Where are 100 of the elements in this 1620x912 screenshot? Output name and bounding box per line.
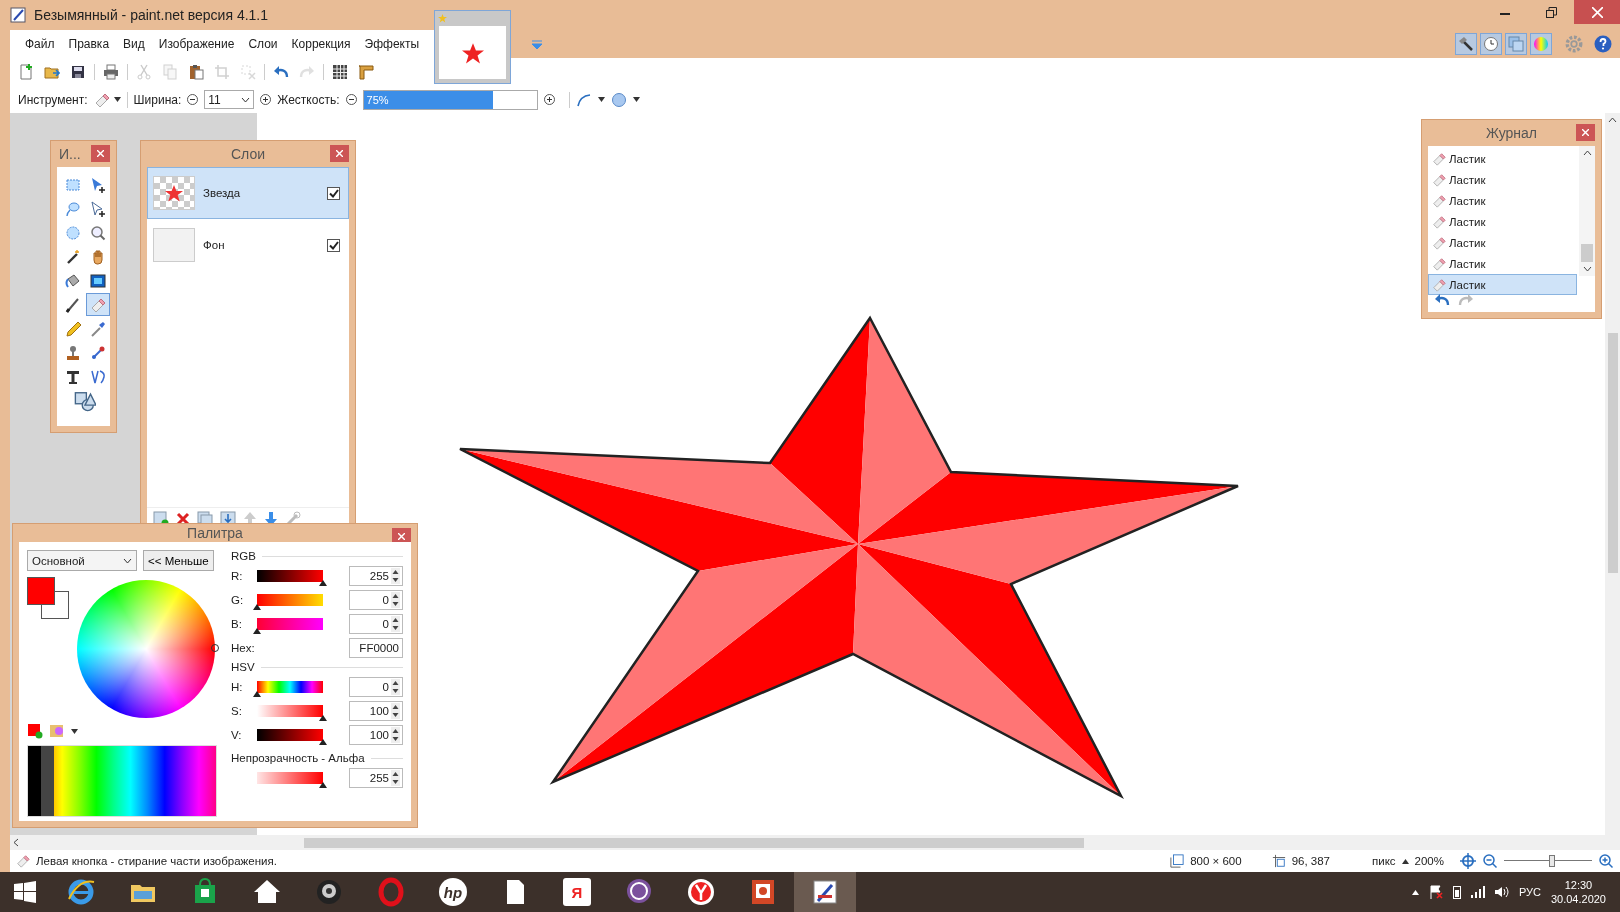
color-mode-dropdown[interactable]: Основной xyxy=(27,550,137,571)
number-field[interactable]: 100 xyxy=(349,700,403,721)
clock[interactable]: 12:30 30.04.2020 xyxy=(1550,878,1606,906)
cursor-position-icon xyxy=(1271,854,1286,868)
minus-icon[interactable] xyxy=(187,94,199,105)
visibility-checkbox[interactable] xyxy=(327,238,340,252)
paint-app-icon[interactable] xyxy=(810,877,840,907)
color-swatches-drawing[interactable] xyxy=(27,577,69,619)
panel-toggle[interactable] xyxy=(1480,33,1502,55)
menu-item[interactable]: Эффекты xyxy=(357,34,427,54)
curve-icon[interactable] xyxy=(575,91,592,108)
chevron-left-icon[interactable] xyxy=(13,838,19,847)
plus-icon[interactable] xyxy=(260,94,272,105)
toolbar-button[interactable] xyxy=(101,62,121,82)
menu-item[interactable]: Изображение xyxy=(151,34,242,54)
hex-field[interactable]: FF0000 xyxy=(349,637,403,658)
number-field[interactable]: 255 xyxy=(349,767,403,788)
layer-row[interactable]: Звезда xyxy=(147,167,349,219)
image-tab[interactable] xyxy=(434,10,511,84)
history-item[interactable]: Ластик xyxy=(1428,190,1577,211)
stamp-icon xyxy=(65,344,81,361)
chevron-up-icon[interactable] xyxy=(1582,150,1592,156)
layer-row[interactable]: Фон xyxy=(147,219,349,271)
palette-swatches[interactable] xyxy=(27,745,217,817)
panel-toggle[interactable] xyxy=(1455,33,1477,55)
menu-item[interactable]: Вид xyxy=(116,34,152,54)
width-field[interactable]: 11 xyxy=(204,90,255,109)
help-icon[interactable] xyxy=(1594,35,1612,53)
visibility-checkbox[interactable] xyxy=(327,186,340,200)
spinner-arrows-icon[interactable] xyxy=(391,615,400,632)
minus-icon[interactable] xyxy=(345,94,357,105)
spinner-arrows-icon[interactable] xyxy=(391,567,400,584)
number-field[interactable]: 0 xyxy=(349,589,403,610)
delete-icon[interactable] xyxy=(176,512,190,526)
battery-icon[interactable] xyxy=(1452,885,1461,899)
spinner-arrows-icon[interactable] xyxy=(391,591,400,608)
close-icon xyxy=(1582,129,1589,136)
less-button[interactable]: << Меньше xyxy=(143,550,214,571)
history-item[interactable]: Ластик xyxy=(1428,169,1577,190)
zoom-slider[interactable] xyxy=(1504,855,1592,867)
scrollbar-thumb[interactable] xyxy=(304,837,1084,848)
spinner-arrows-icon[interactable] xyxy=(391,678,400,695)
y-logo-icon[interactable] xyxy=(686,877,716,907)
menu-item[interactable]: Файл xyxy=(18,34,62,54)
hand-icon xyxy=(90,248,106,265)
zoom-level[interactable]: 200% xyxy=(1414,855,1444,867)
channel-label: R: xyxy=(231,569,244,582)
ring-logo-icon[interactable] xyxy=(376,877,406,907)
menu-item[interactable]: Коррекция xyxy=(284,34,358,54)
scrollbar-thumb[interactable] xyxy=(1607,333,1618,573)
caret-icon xyxy=(71,728,78,734)
channel-label: V: xyxy=(231,728,243,741)
number-field[interactable]: 0 xyxy=(349,613,403,634)
close-button[interactable] xyxy=(330,145,349,162)
webcam-icon[interactable] xyxy=(314,877,344,907)
circle-brush-icon[interactable] xyxy=(610,91,627,108)
clipboard-icon xyxy=(188,64,204,80)
chevron-down-icon[interactable] xyxy=(1582,266,1592,272)
unit-label[interactable]: пикс xyxy=(1372,855,1396,867)
caret-up-icon[interactable] xyxy=(1401,858,1409,864)
panel-toggle[interactable] xyxy=(1530,33,1552,55)
taskbar-button[interactable]: hp xyxy=(422,872,484,912)
number-field[interactable]: 100 xyxy=(349,724,403,745)
flag-icon[interactable] xyxy=(1428,885,1443,899)
caret-icon xyxy=(113,97,121,102)
grid-icon xyxy=(332,64,348,80)
number-field[interactable]: 255 xyxy=(349,565,403,586)
number-field[interactable]: 0 xyxy=(349,676,403,697)
scrollbar-thumb[interactable] xyxy=(1581,244,1593,262)
menu-item[interactable]: Правка xyxy=(61,34,117,54)
close-icon xyxy=(1591,6,1603,18)
panel-toggle[interactable] xyxy=(1505,33,1527,55)
add-color-icon[interactable] xyxy=(27,723,43,739)
palette-folder-icon[interactable] xyxy=(49,723,65,739)
history-item[interactable]: Ластик xyxy=(1428,232,1577,253)
history-item[interactable]: Ластик xyxy=(1428,148,1577,169)
close-button[interactable] xyxy=(91,145,110,162)
toolbar-button[interactable] xyxy=(330,62,350,82)
spinner-arrows-icon[interactable] xyxy=(391,769,400,786)
history-item[interactable]: Ластик xyxy=(1428,274,1577,295)
signal-icon[interactable] xyxy=(1470,886,1485,898)
eraser-icon xyxy=(1432,214,1446,229)
spinner-arrows-icon[interactable] xyxy=(391,702,400,719)
e-logo-icon[interactable] xyxy=(66,877,96,907)
floppy-icon xyxy=(70,64,86,80)
caret-icon xyxy=(597,97,605,102)
plus-icon[interactable] xyxy=(543,94,555,105)
chevron-up-icon[interactable] xyxy=(1608,117,1617,123)
taskbar-button[interactable]: Я xyxy=(546,872,608,912)
history-item[interactable]: Ластик xyxy=(1428,211,1577,232)
history-item[interactable]: Ластик xyxy=(1428,253,1577,274)
spinner-arrows-icon[interactable] xyxy=(391,726,400,743)
close-button[interactable] xyxy=(1576,124,1595,141)
redo-icon xyxy=(299,64,315,80)
close-button[interactable] xyxy=(1574,0,1620,24)
menu-item[interactable]: Слои xyxy=(241,34,285,54)
language-indicator[interactable]: РУС xyxy=(1518,886,1541,898)
caret-up-icon[interactable] xyxy=(1411,889,1419,895)
speaker-icon[interactable] xyxy=(1494,886,1509,898)
taskbar-button[interactable] xyxy=(794,872,856,912)
